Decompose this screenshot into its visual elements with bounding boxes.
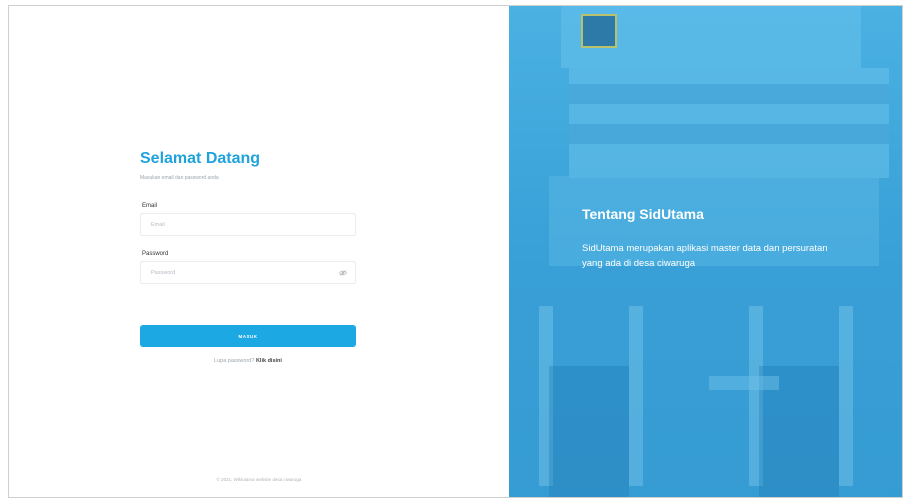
password-placeholder: Password <box>151 269 176 276</box>
login-form: Selamat Datang Masukan email dan passwor… <box>140 150 356 364</box>
window-row <box>569 84 889 104</box>
building-column <box>629 306 643 486</box>
emblem-icon <box>581 14 617 48</box>
info-title: Tentang SidUtama <box>582 206 704 222</box>
page-title: Selamat Datang <box>140 150 261 167</box>
login-subtitle: Masukan email dan password anda <box>140 175 219 181</box>
footer-copyright: © 2021, Wikiutama website desa ciwaruga <box>216 477 302 482</box>
info-panel: Tentang SidUtama SidUtama merupakan apli… <box>509 6 902 497</box>
window-row <box>569 124 889 144</box>
login-panel: Selamat Datang Masukan email dan passwor… <box>9 6 509 497</box>
email-field[interactable]: Email <box>140 213 356 236</box>
info-description: SidUtama merupakan aplikasi master data … <box>582 243 828 269</box>
building-column <box>839 306 853 486</box>
building-door <box>549 366 629 497</box>
forgot-text: Lupa password? <box>214 358 255 364</box>
page-frame: Selamat Datang Masukan email dan passwor… <box>8 5 903 498</box>
eye-slash-icon[interactable] <box>339 270 347 276</box>
password-label: Password <box>142 251 169 257</box>
login-button[interactable]: MASUK <box>140 325 356 347</box>
email-label: Email <box>142 203 158 209</box>
email-placeholder: Email <box>151 221 165 228</box>
password-field[interactable]: Password <box>140 261 356 284</box>
building-sign <box>709 376 779 390</box>
forgot-password: Lupa password? Klik disini <box>140 358 356 364</box>
forgot-link[interactable]: Klik disini <box>256 358 282 364</box>
